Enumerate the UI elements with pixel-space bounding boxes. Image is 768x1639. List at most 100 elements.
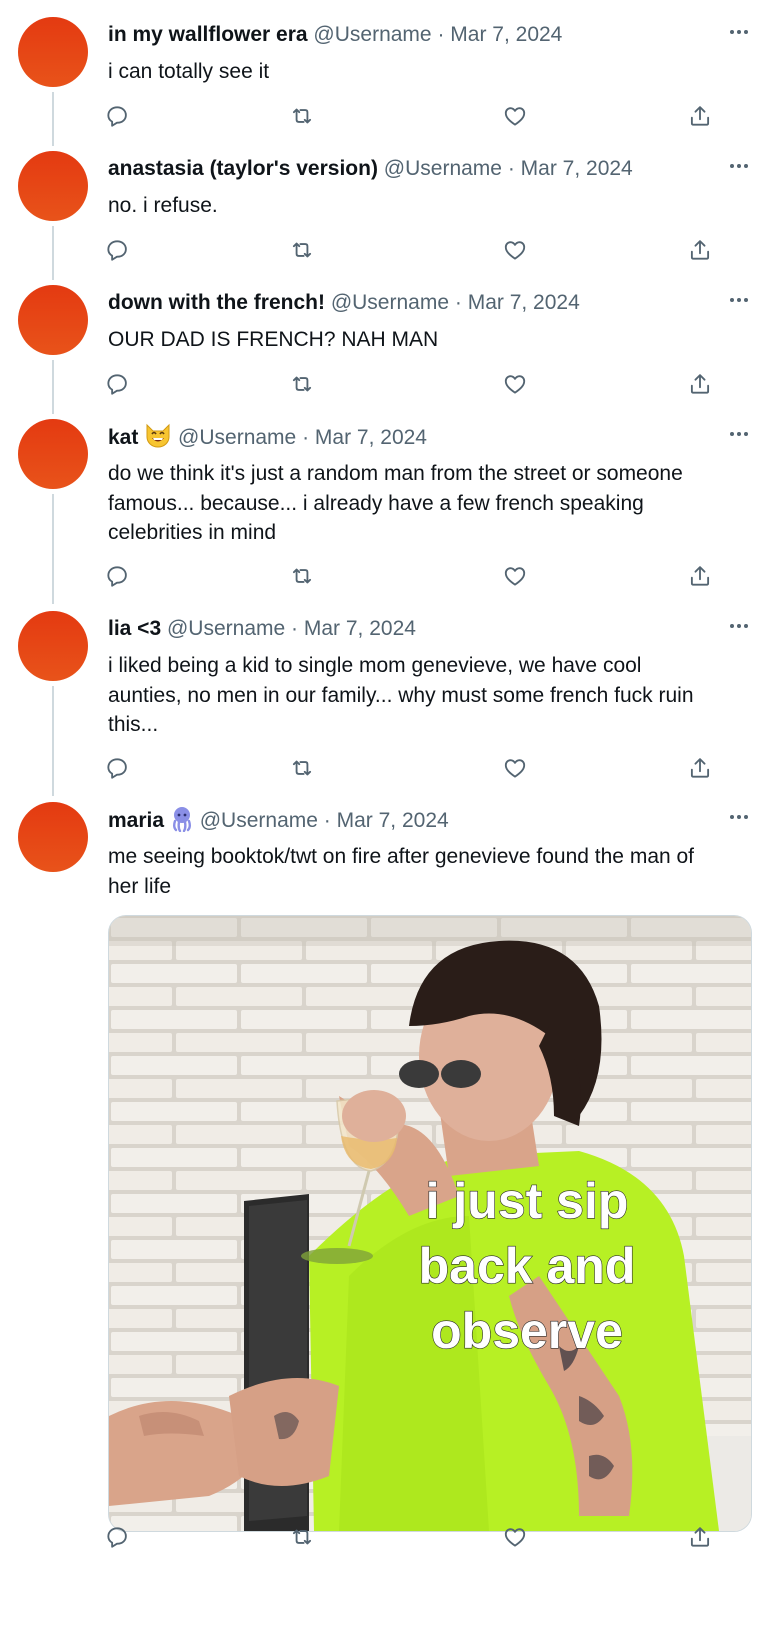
separator-dot: ·: [507, 157, 515, 180]
share-icon[interactable]: [683, 559, 717, 593]
display-name[interactable]: kat: [108, 426, 138, 449]
meme-caption-line: observe: [431, 1303, 623, 1359]
text-line: me seeing booktok/twt on fire after gene…: [108, 845, 695, 868]
avatar[interactable]: [18, 611, 88, 681]
username[interactable]: @Username: [167, 617, 285, 640]
avatar[interactable]: [18, 285, 88, 355]
share-icon[interactable]: [683, 1520, 717, 1554]
tweet-header: kat @Username · Mar 7, 2024: [108, 423, 708, 451]
tweet-actions: [0, 99, 768, 133]
avatar[interactable]: [18, 802, 88, 872]
retweet-icon[interactable]: [285, 1520, 319, 1554]
avatar[interactable]: [18, 151, 88, 221]
username[interactable]: @Username: [313, 23, 431, 46]
share-icon[interactable]: [683, 751, 717, 785]
reply-icon[interactable]: [100, 1520, 134, 1554]
text-line: i can totally see it: [108, 60, 270, 83]
tweet-header: anastasia (taylor's version) @Username ·…: [108, 155, 708, 183]
tweet[interactable]: lia <3 @Username · Mar 7, 2024 i liked b…: [0, 611, 768, 801]
tweet-text: no. i refuse.: [108, 191, 748, 221]
display-name[interactable]: lia <3: [108, 617, 161, 640]
tweet[interactable]: kat @Username · Mar 7, 2024 do we think …: [0, 419, 768, 609]
reply-icon[interactable]: [100, 367, 134, 401]
tweet-actions: [0, 233, 768, 267]
tweet[interactable]: maria @Username · Mar 7, 2024 me seeing …: [0, 802, 768, 1637]
retweet-icon[interactable]: [285, 367, 319, 401]
timestamp[interactable]: Mar 7, 2024: [304, 617, 416, 640]
separator-dot: ·: [454, 291, 462, 314]
tweet-actions: [0, 1520, 768, 1554]
reply-icon[interactable]: [100, 233, 134, 267]
tweet-media-image[interactable]: i just sip back and observe: [108, 915, 752, 1532]
tweet-actions: [0, 559, 768, 593]
display-name[interactable]: anastasia (taylor's version): [108, 157, 378, 180]
share-icon[interactable]: [683, 367, 717, 401]
avatar[interactable]: [18, 17, 88, 87]
separator-dot: ·: [323, 809, 331, 832]
tweet-actions: [0, 751, 768, 785]
display-name[interactable]: maria: [108, 809, 164, 832]
retweet-icon[interactable]: [285, 233, 319, 267]
like-icon[interactable]: [498, 367, 532, 401]
timestamp[interactable]: Mar 7, 2024: [337, 809, 449, 832]
tweet-header: lia <3 @Username · Mar 7, 2024: [108, 615, 708, 643]
grinning-cat-emoji: [144, 423, 172, 457]
text-line: no. i refuse.: [108, 194, 218, 217]
tweet-text: me seeing booktok/twt on fire after gene…: [108, 842, 748, 901]
tweet-header: down with the french! @Username · Mar 7,…: [108, 289, 708, 317]
reply-icon[interactable]: [100, 99, 134, 133]
display-name[interactable]: down with the french!: [108, 291, 325, 314]
tweet[interactable]: down with the french! @Username · Mar 7,…: [0, 285, 768, 415]
text-line: i liked being a kid to single mom genevi…: [108, 654, 642, 677]
tweet-text: do we think it's just a random man from …: [108, 459, 748, 548]
more-icon[interactable]: [722, 800, 756, 834]
username[interactable]: @Username: [200, 809, 318, 832]
like-icon[interactable]: [498, 99, 532, 133]
tweet-header: in my wallflower era @Username · Mar 7, …: [108, 21, 708, 49]
meme-caption-line: back and: [419, 1238, 636, 1294]
more-icon[interactable]: [722, 149, 756, 183]
text-line: famous... because... i already have a fe…: [108, 491, 644, 515]
share-icon[interactable]: [683, 99, 717, 133]
more-icon[interactable]: [722, 609, 756, 643]
like-icon[interactable]: [498, 233, 532, 267]
more-icon[interactable]: [722, 417, 756, 451]
text-line: this...: [108, 713, 159, 736]
username[interactable]: @Username: [178, 426, 296, 449]
retweet-icon[interactable]: [285, 751, 319, 785]
separator-dot: ·: [437, 23, 445, 46]
tweet[interactable]: in my wallflower era @Username · Mar 7, …: [0, 17, 768, 147]
like-icon[interactable]: [498, 751, 532, 785]
text-line: do we think it's just a random man from …: [108, 462, 683, 485]
retweet-icon[interactable]: [285, 559, 319, 593]
meme-caption-line: i just sip: [426, 1173, 629, 1229]
like-icon[interactable]: [498, 1520, 532, 1554]
reply-icon[interactable]: [100, 751, 134, 785]
timestamp[interactable]: Mar 7, 2024: [315, 426, 427, 449]
avatar[interactable]: [18, 419, 88, 489]
more-icon[interactable]: [722, 283, 756, 317]
text-line: aunties, no men in our family... why mus…: [108, 683, 694, 707]
text-line: celebrities in mind: [108, 521, 277, 544]
octopus-emoji: [170, 806, 194, 840]
tweet-header: maria @Username · Mar 7, 2024: [108, 806, 708, 834]
separator-dot: ·: [291, 617, 299, 640]
share-icon[interactable]: [683, 233, 717, 267]
tweet-actions: [0, 367, 768, 401]
retweet-icon[interactable]: [285, 99, 319, 133]
tweet[interactable]: anastasia (taylor's version) @Username ·…: [0, 151, 768, 281]
timestamp[interactable]: Mar 7, 2024: [450, 23, 562, 46]
timestamp[interactable]: Mar 7, 2024: [468, 291, 580, 314]
username[interactable]: @Username: [384, 157, 502, 180]
tweet-text: i can totally see it: [108, 57, 748, 87]
separator-dot: ·: [302, 426, 310, 449]
text-line: her life: [108, 874, 172, 898]
more-icon[interactable]: [722, 15, 756, 49]
username[interactable]: @Username: [331, 291, 449, 314]
reply-icon[interactable]: [100, 559, 134, 593]
like-icon[interactable]: [498, 559, 532, 593]
tweet-text: OUR DAD IS FRENCH? NAH MAN: [108, 325, 748, 355]
tweet-text: i liked being a kid to single mom genevi…: [108, 651, 748, 740]
display-name[interactable]: in my wallflower era: [108, 23, 308, 46]
timestamp[interactable]: Mar 7, 2024: [521, 157, 633, 180]
